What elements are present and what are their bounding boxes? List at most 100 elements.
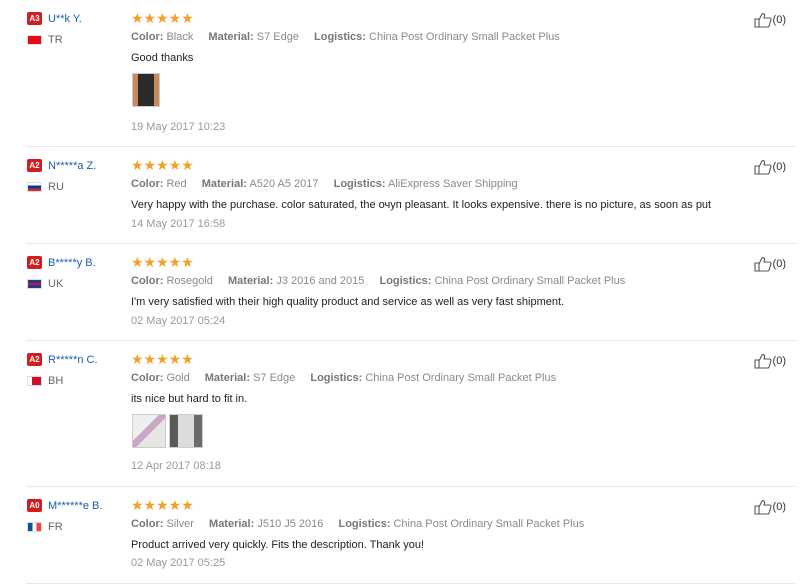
material-value: A520 A5 2017: [249, 178, 319, 190]
country-code: RU: [48, 181, 64, 194]
helpful-count: (0): [772, 14, 786, 26]
logistics-value: China Post Ordinary Small Packet Plus: [365, 372, 557, 384]
reviewer-name[interactable]: U**k Y.: [48, 13, 82, 25]
review-item: A2 R*****n C. BH ★★★★★ Color: Gold Materi…: [0, 341, 800, 486]
thumbs-up-icon: [753, 160, 772, 175]
material-label: Material:: [201, 178, 247, 190]
material-value: J3 2016 and 2015: [276, 275, 365, 287]
reviewer-info: A2 R*****n C. BH: [27, 353, 127, 387]
reviewer-country: UK: [27, 278, 127, 290]
order-attributes: Color: Black Material: S7 Edge Logistics…: [131, 31, 572, 43]
uk-flag-icon: [27, 279, 42, 290]
buyer-level-badge: A2: [27, 256, 42, 269]
review-date: 02 May 2017 05:24: [131, 315, 226, 327]
logistics-label: Logistics:: [333, 178, 386, 190]
order-attributes: Color: Gold Material: S7 Edge Logistics:…: [131, 372, 568, 384]
review-text: Good thanks: [131, 52, 194, 64]
logistics-label: Logistics:: [379, 275, 432, 287]
bahrain-flag-icon: [27, 376, 42, 387]
helpful-count: (0): [772, 161, 786, 173]
russia-flag-icon: [27, 182, 42, 193]
helpful-button[interactable]: (0): [753, 353, 786, 369]
review-text: Product arrived very quickly. Fits the d…: [131, 539, 425, 551]
reviewer-info: A3 U**k Y. TR: [27, 12, 127, 46]
star-rating: ★★★★★: [131, 10, 194, 26]
reviewer-info: A2 N*****a Z. RU: [27, 159, 127, 193]
country-code: BH: [48, 375, 64, 388]
review-photo-thumbnail[interactable]: [132, 414, 166, 448]
logistics-label: Logistics:: [338, 518, 391, 530]
buyer-level-badge: A3: [27, 12, 42, 25]
review-date: 02 May 2017 05:25: [131, 557, 226, 569]
logistics-label: Logistics:: [310, 372, 363, 384]
helpful-button[interactable]: (0): [753, 12, 786, 28]
order-attributes: Color: Silver Material: J510 J5 2016 Log…: [131, 518, 596, 530]
review-date: 19 May 2017 10:23: [131, 121, 226, 133]
review-photos: [132, 73, 163, 110]
material-label: Material:: [228, 275, 274, 287]
reviewer-country: BH: [27, 375, 127, 387]
logistics-label: Logistics:: [314, 31, 366, 43]
logistics-value: China Post Ordinary Small Packet Plus: [369, 31, 560, 43]
color-label: Color:: [131, 275, 164, 287]
reviewer-name[interactable]: R*****n C.: [48, 354, 98, 366]
buyer-level-badge: A0: [27, 499, 42, 512]
country-code: FR: [48, 521, 63, 534]
logistics-value: AliExpress Saver Shipping: [388, 178, 518, 190]
reviewer-name[interactable]: N*****a Z.: [48, 160, 96, 172]
review-item: A3 U**k Y. TR ★★★★★ Color: Black Material…: [0, 0, 800, 146]
review-photos: [132, 414, 206, 451]
buyer-level-badge: A2: [27, 353, 42, 366]
france-flag-icon: [27, 522, 42, 533]
review-text: I'm very satisfied with their high quali…: [131, 296, 565, 308]
review-text: its nice but hard to fit in.: [131, 393, 248, 405]
review-item: A2 B*****y B. UK ★★★★★ Color: Rosegold Ma…: [0, 244, 800, 340]
reviewer-country: TR: [27, 34, 127, 46]
helpful-button[interactable]: (0): [753, 499, 786, 515]
reviewer-name[interactable]: M******e B.: [48, 500, 102, 512]
turkey-flag-icon: [27, 35, 42, 46]
country-code: UK: [48, 278, 64, 291]
reviewer-info: A0 M******e B. FR: [27, 499, 127, 533]
reviewer-info: A2 B*****y B. UK: [27, 256, 127, 290]
order-attributes: Color: Rosegold Material: J3 2016 and 20…: [131, 275, 637, 287]
logistics-value: China Post Ordinary Small Packet Plus: [393, 518, 585, 530]
star-rating: ★★★★★: [131, 157, 194, 173]
review-photo-thumbnail[interactable]: [169, 414, 203, 448]
material-label: Material:: [209, 518, 255, 530]
color-label: Color:: [131, 178, 164, 190]
star-rating: ★★★★★: [131, 254, 194, 270]
review-text: Very happy with the purchase. color satu…: [131, 199, 712, 211]
material-label: Material:: [204, 372, 251, 384]
reviewer-name[interactable]: B*****y B.: [48, 257, 96, 269]
color-label: Color:: [131, 31, 164, 43]
color-value: Gold: [166, 372, 190, 384]
helpful-button[interactable]: (0): [753, 159, 786, 175]
color-value: Rosegold: [166, 275, 213, 287]
material-value: S7 Edge: [253, 372, 296, 384]
color-label: Color:: [131, 372, 164, 384]
material-value: J510 J5 2016: [257, 518, 324, 530]
country-code: TR: [48, 34, 63, 47]
review-divider: [26, 583, 796, 584]
star-rating: ★★★★★: [131, 351, 194, 367]
review-photo-thumbnail[interactable]: [132, 73, 160, 107]
review-item: A2 N*****a Z. RU ★★★★★ Color: Red Materia…: [0, 147, 800, 243]
order-attributes: Color: Red Material: A520 A5 2017 Logist…: [131, 178, 530, 190]
color-value: Silver: [166, 518, 194, 530]
helpful-button[interactable]: (0): [753, 256, 786, 272]
color-value: Black: [166, 31, 194, 43]
material-label: Material:: [208, 31, 254, 43]
thumbs-up-icon: [753, 354, 772, 369]
reviewer-country: RU: [27, 181, 127, 193]
review-item: A0 M******e B. FR ★★★★★ Color: Silver Mat…: [0, 487, 800, 583]
thumbs-up-icon: [753, 500, 772, 515]
helpful-count: (0): [772, 258, 786, 270]
review-date: 12 Apr 2017 08:18: [131, 460, 221, 472]
color-value: Red: [166, 178, 187, 190]
thumbs-up-icon: [753, 13, 772, 28]
helpful-count: (0): [772, 501, 786, 513]
helpful-count: (0): [772, 355, 786, 367]
color-label: Color:: [131, 518, 164, 530]
thumbs-up-icon: [753, 257, 772, 272]
